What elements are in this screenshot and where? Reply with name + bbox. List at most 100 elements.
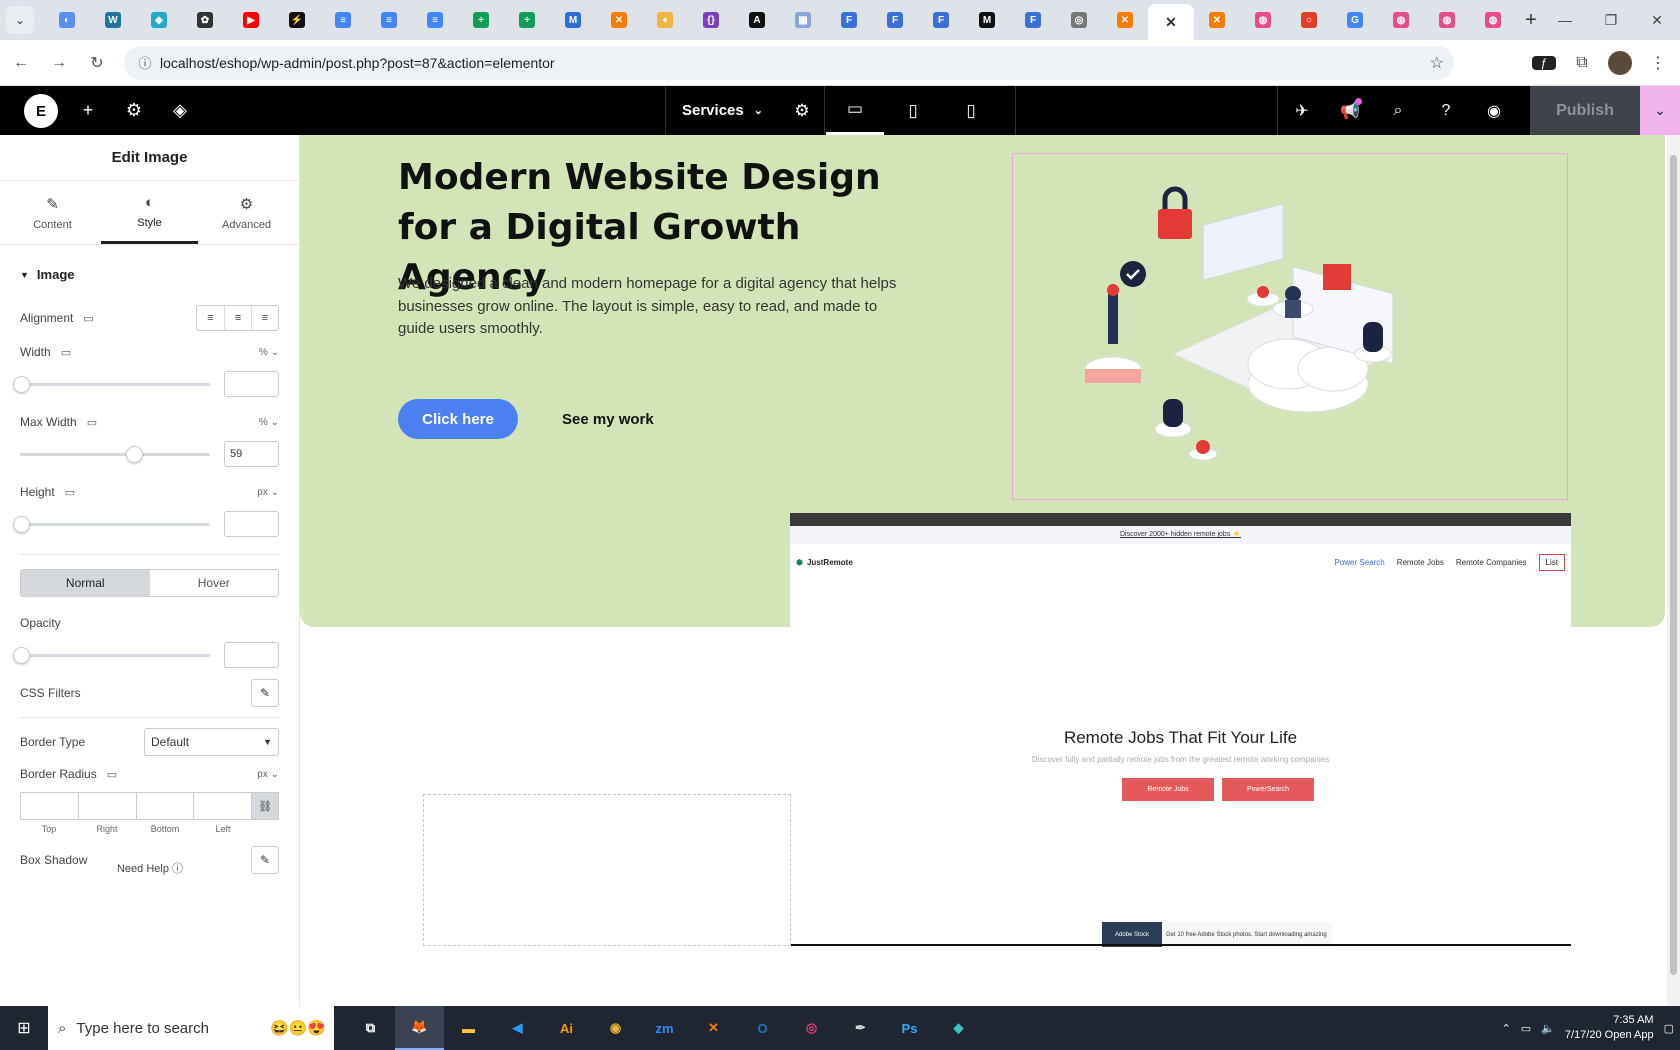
tab-advanced[interactable]: ⚙ Advanced <box>198 181 295 244</box>
file-explorer-icon[interactable]: ▬ <box>444 1006 493 1050</box>
extension-icon[interactable]: ƒ <box>1532 55 1556 70</box>
browser-tab[interactable]: ✿ <box>182 3 228 37</box>
creative-cloud-icon[interactable]: ◎ <box>787 1006 836 1050</box>
height-input[interactable] <box>224 511 279 537</box>
need-help-link[interactable]: Need Help ⓘ <box>0 860 300 876</box>
browser-tab[interactable]: ⚡ <box>274 3 320 37</box>
hero-paragraph[interactable]: We designed a clean and modern homepage … <box>398 273 918 341</box>
browser-tab[interactable]: ◍ <box>1470 3 1516 37</box>
back-icon[interactable]: ← <box>4 46 38 80</box>
taskbar-search[interactable]: ⌕ Type here to search 😆😐😍 <box>48 1006 334 1050</box>
rocket-icon[interactable]: ✈ <box>1278 86 1326 135</box>
browser-tab[interactable]: ≡ <box>320 3 366 37</box>
browser-tab[interactable]: ≡ <box>366 3 412 37</box>
puzzle-icon[interactable]: ⧉ <box>1570 54 1594 72</box>
reload-icon[interactable]: ↻ <box>80 46 114 80</box>
xampp-icon[interactable]: ✕ <box>689 1006 738 1050</box>
click-here-button[interactable]: Click here <box>398 399 518 439</box>
browser-tab[interactable]: W <box>90 3 136 37</box>
restore-icon[interactable]: ❐ <box>1588 0 1634 40</box>
tab-content[interactable]: ✎ Content <box>4 181 101 244</box>
publish-button[interactable]: Publish <box>1530 86 1640 135</box>
align-center-icon[interactable]: ≡ <box>224 306 251 330</box>
link-values-icon[interactable]: ⛓ <box>251 792 280 820</box>
firefox-icon[interactable]: 🦊 <box>395 1006 444 1050</box>
structure-icon[interactable]: ◈ <box>160 86 200 135</box>
search-icon[interactable]: ⌕ <box>1374 86 1422 135</box>
desktop-icon[interactable]: ▭ <box>826 86 884 135</box>
photoshop-icon[interactable]: Ps <box>885 1006 934 1050</box>
align-left-icon[interactable]: ≡ <box>197 306 224 330</box>
pen-icon[interactable]: ✒ <box>836 1006 885 1050</box>
browser-tab[interactable]: + <box>458 3 504 37</box>
radius-right-input[interactable] <box>77 792 136 820</box>
notifications-icon[interactable]: 📢 <box>1326 86 1374 135</box>
network-icon[interactable]: ▭ <box>1521 1022 1531 1035</box>
browser-tab[interactable]: ▦ <box>780 3 826 37</box>
browser-tab[interactable]: ≡ <box>412 3 458 37</box>
border-type-select[interactable]: Default ▼ <box>144 728 279 756</box>
height-slider[interactable] <box>13 515 210 533</box>
zoom-icon[interactable]: zm <box>640 1006 689 1050</box>
page-settings-icon[interactable]: ⚙ <box>778 86 826 135</box>
state-normal-tab[interactable]: Normal <box>21 570 150 596</box>
browser-tab[interactable]: ◍ <box>1240 3 1286 37</box>
outlook-icon[interactable]: O <box>738 1006 787 1050</box>
site-info-icon[interactable]: ⓘ <box>130 53 160 72</box>
section-toggle-image[interactable]: ▼ Image <box>20 267 279 282</box>
chrome-icon[interactable]: ◉ <box>591 1006 640 1050</box>
desktop-icon[interactable]: ▭ <box>107 768 117 781</box>
browser-tab[interactable]: F <box>872 3 918 37</box>
hero-section[interactable]: Modern Website Design for a Digital Grow… <box>300 135 1665 947</box>
publish-options-chevron-icon[interactable]: ⌄ <box>1640 86 1680 135</box>
border-radius-unit-select[interactable]: px ⌄ <box>257 769 279 780</box>
tab-style[interactable]: ◐ Style <box>101 181 198 244</box>
browser-tab[interactable]: {} <box>688 3 734 37</box>
hero-image[interactable] <box>1012 153 1568 500</box>
max-width-unit-select[interactable]: % ⌄ <box>259 417 279 428</box>
chevron-up-icon[interactable]: ⌃ <box>1502 1022 1511 1035</box>
height-unit-select[interactable]: px ⌄ <box>257 487 279 498</box>
opacity-slider[interactable] <box>13 646 210 664</box>
browser-tab[interactable]: ◎ <box>1056 3 1102 37</box>
tablet-icon[interactable]: ▯ <box>884 86 942 135</box>
site-settings-icon[interactable]: ⚙ <box>114 86 154 135</box>
browser-tab[interactable]: ✕ <box>1102 3 1148 37</box>
bookmark-star-icon[interactable]: ☆ <box>1430 53 1444 73</box>
browser-tab[interactable]: F <box>918 3 964 37</box>
elementor-logo-icon[interactable]: E <box>24 94 58 128</box>
browser-tab[interactable]: G <box>1332 3 1378 37</box>
state-hover-tab[interactable]: Hover <box>150 570 279 596</box>
desktop-icon[interactable]: ▭ <box>83 312 93 325</box>
browser-tab[interactable]: ▶ <box>228 3 274 37</box>
canvas-scrollbar[interactable] <box>1667 135 1680 1006</box>
radius-bottom-input[interactable] <box>135 792 194 820</box>
width-input[interactable] <box>224 371 279 397</box>
browser-tab[interactable]: M <box>964 3 1010 37</box>
volume-icon[interactable]: 🔈 <box>1541 1022 1555 1035</box>
slider-handle[interactable] <box>126 445 143 463</box>
tab-search-icon[interactable]: ⌄ <box>6 6 34 34</box>
clock[interactable]: 7:35 AM 7/17/20 Open App <box>1565 1013 1654 1043</box>
illustrator-icon[interactable]: Ai <box>542 1006 591 1050</box>
task-view-icon[interactable]: ⧉ <box>346 1006 395 1050</box>
app-icon[interactable]: ◆ <box>934 1006 983 1050</box>
notifications-icon[interactable]: ▢ <box>1664 1022 1674 1035</box>
kebab-menu-icon[interactable]: ⋮ <box>1646 53 1670 73</box>
embedded-website-screenshot[interactable]: Discover 2000+ hidden remote jobs ⚡ ⬢ Ju… <box>790 513 1571 947</box>
browser-tab[interactable]: ✕ <box>596 3 642 37</box>
browser-tab[interactable]: ✕ <box>1148 4 1194 40</box>
opacity-input[interactable] <box>224 642 279 668</box>
profile-avatar[interactable] <box>1608 50 1632 75</box>
preview-eye-icon[interactable]: ◉ <box>1470 86 1518 135</box>
slider-handle[interactable] <box>13 515 30 533</box>
browser-tab[interactable]: M <box>550 3 596 37</box>
see-my-work-button[interactable]: See my work <box>540 399 676 439</box>
max-width-slider[interactable] <box>20 445 210 463</box>
empty-drop-zone[interactable] <box>423 794 791 946</box>
windows-start-icon[interactable]: ⊞ <box>0 1006 48 1050</box>
browser-tab[interactable]: ✕ <box>1194 3 1240 37</box>
vscode-icon[interactable]: ◀ <box>493 1006 542 1050</box>
forward-icon[interactable]: → <box>42 46 76 80</box>
browser-tab[interactable]: F <box>826 3 872 37</box>
